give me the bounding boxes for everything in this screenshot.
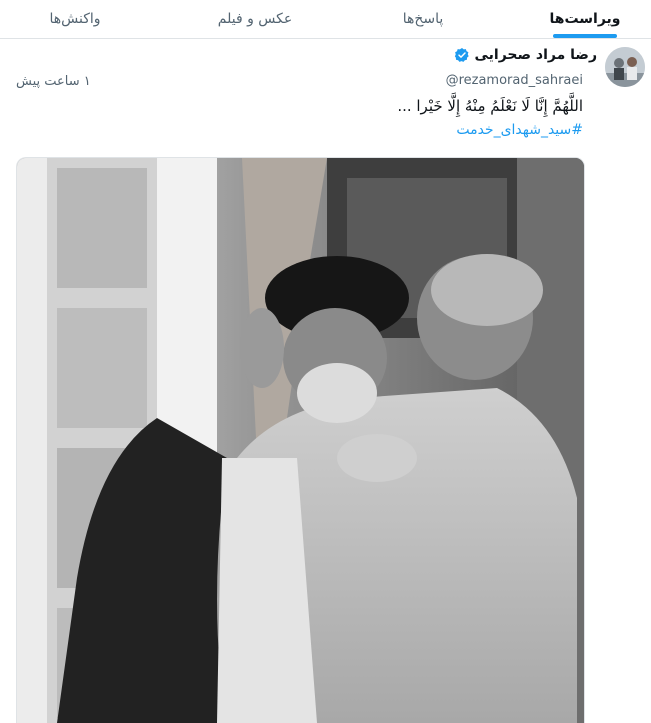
tab-media-label: عکس و فیلم bbox=[217, 11, 293, 27]
active-tab-indicator bbox=[553, 34, 617, 38]
photo-image bbox=[17, 158, 584, 723]
author-handle[interactable]: @rezamorad_sahraei bbox=[446, 73, 583, 88]
tweet-photo[interactable] bbox=[16, 157, 585, 723]
timestamp[interactable]: ۱ ساعت پیش bbox=[16, 74, 91, 89]
profile-tabs: واکنش‌ها عکس و فیلم پاسخ‌ها ویراست‌ها bbox=[0, 0, 651, 39]
tweet-text: اللَّهُمَّ إِنَّا لَا نَعْلَمُ مِنْهُ إِ… bbox=[397, 97, 583, 115]
author-row: رضا مراد صحرایی bbox=[454, 47, 598, 63]
tab-reactions-label: واکنش‌ها bbox=[49, 11, 101, 27]
tab-posts-label: ویراست‌ها bbox=[549, 11, 621, 27]
avatar[interactable] bbox=[605, 47, 645, 87]
tweet[interactable]: رضا مراد صحرایی @rezamorad_sahraei ۱ ساع… bbox=[0, 39, 651, 723]
tab-media[interactable]: عکس و فیلم bbox=[196, 0, 314, 38]
tab-reactions[interactable]: واکنش‌ها bbox=[20, 0, 130, 38]
verified-badge-icon bbox=[454, 48, 469, 62]
hashtag-link[interactable]: #سید_شهدای_خدمت bbox=[456, 122, 583, 138]
tab-posts[interactable]: ویراست‌ها bbox=[532, 0, 638, 38]
author-name[interactable]: رضا مراد صحرایی bbox=[475, 47, 598, 63]
tab-replies-label: پاسخ‌ها bbox=[402, 11, 444, 27]
tab-replies[interactable]: پاسخ‌ها bbox=[378, 0, 468, 38]
